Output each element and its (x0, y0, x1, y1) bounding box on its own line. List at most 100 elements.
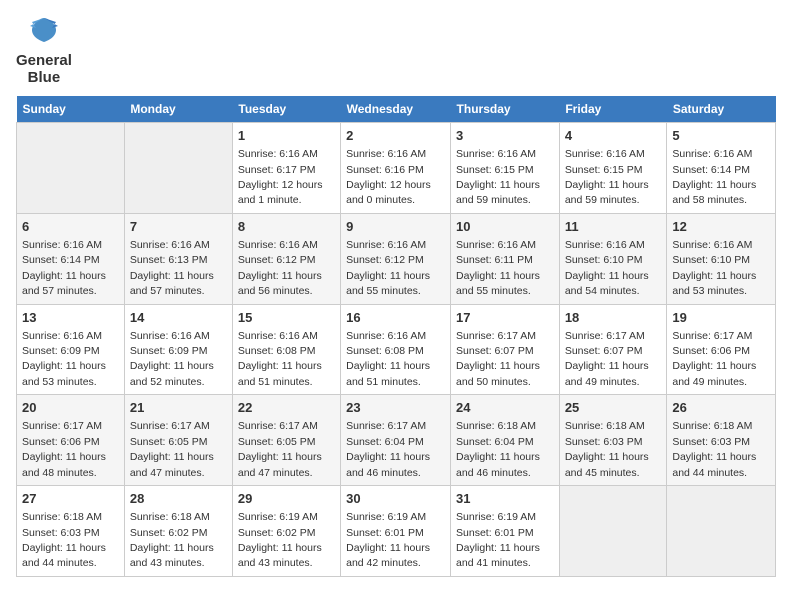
day-info: Sunrise: 6:16 AM Sunset: 6:08 PM Dayligh… (238, 330, 322, 388)
calendar-cell: 5Sunrise: 6:16 AM Sunset: 6:14 PM Daylig… (667, 123, 776, 214)
day-info: Sunrise: 6:19 AM Sunset: 6:02 PM Dayligh… (238, 511, 322, 569)
day-number: 24 (456, 399, 554, 417)
day-info: Sunrise: 6:16 AM Sunset: 6:12 PM Dayligh… (238, 239, 322, 297)
day-info: Sunrise: 6:16 AM Sunset: 6:09 PM Dayligh… (130, 330, 214, 388)
day-number: 21 (130, 399, 227, 417)
day-number: 14 (130, 309, 227, 327)
day-number: 16 (346, 309, 445, 327)
day-info: Sunrise: 6:18 AM Sunset: 6:02 PM Dayligh… (130, 511, 214, 569)
calendar-cell: 23Sunrise: 6:17 AM Sunset: 6:04 PM Dayli… (341, 395, 451, 486)
page-header: GeneralBlue (16, 16, 776, 86)
calendar-cell: 28Sunrise: 6:18 AM Sunset: 6:02 PM Dayli… (124, 486, 232, 577)
calendar-cell: 3 Sunrise: 6:16 AM Sunset: 6:15 PM Daylig… (451, 123, 560, 214)
day-number: 29 (238, 490, 335, 508)
calendar-cell: 21 Sunrise: 6:17 AM Sunset: 6:05 PM Dayli… (124, 395, 232, 486)
day-info: Sunrise: 6:16 AM Sunset: 6:12 PM Dayligh… (346, 239, 430, 297)
day-number: 1 (238, 127, 335, 145)
calendar-cell: 16 Sunrise: 6:16 AM Sunset: 6:08 PM Dayli… (341, 304, 451, 395)
day-number: 23 (346, 399, 445, 417)
day-info: Sunrise: 6:16 AM Sunset: 6:09 PM Dayligh… (22, 330, 106, 388)
day-info: Sunrise: 6:19 AM Sunset: 6:01 PM Dayligh… (456, 511, 540, 569)
calendar-cell: 18 Sunrise: 6:17 AM Sunset: 6:07 PM Dayli… (559, 304, 667, 395)
calendar-header-row: SundayMondayTuesdayWednesdayThursdayFrid… (17, 96, 776, 123)
day-info: Sunrise: 6:16 AM Sunset: 6:10 PM Dayligh… (565, 239, 649, 297)
week-row-3: 13 Sunrise: 6:16 AM Sunset: 6:09 PM Dayli… (17, 304, 776, 395)
day-number: 13 (22, 309, 119, 327)
day-number: 2 (346, 127, 445, 145)
col-header-saturday: Saturday (667, 96, 776, 123)
calendar-cell: 29 Sunrise: 6:19 AM Sunset: 6:02 PM Dayli… (232, 486, 340, 577)
day-number: 17 (456, 309, 554, 327)
calendar-cell (559, 486, 667, 577)
calendar-cell (124, 123, 232, 214)
logo: GeneralBlue (16, 16, 72, 86)
calendar-cell: 25 Sunrise: 6:18 AM Sunset: 6:03 PM Dayli… (559, 395, 667, 486)
day-number: 31 (456, 490, 554, 508)
day-info: Sunrise: 6:18 AM Sunset: 6:03 PM Dayligh… (672, 420, 756, 478)
day-number: 15 (238, 309, 335, 327)
calendar-cell: 10 Sunrise: 6:16 AM Sunset: 6:11 PM Dayli… (451, 213, 560, 304)
calendar-cell: 24 Sunrise: 6:18 AM Sunset: 6:04 PM Dayli… (451, 395, 560, 486)
day-info: Sunrise: 6:17 AM Sunset: 6:06 PM Dayligh… (22, 420, 106, 478)
day-info: Sunrise: 6:16 AM Sunset: 6:15 PM Dayligh… (565, 148, 649, 206)
day-info: Sunrise: 6:18 AM Sunset: 6:03 PM Dayligh… (565, 420, 649, 478)
calendar-cell: 31 Sunrise: 6:19 AM Sunset: 6:01 PM Dayli… (451, 486, 560, 577)
day-info: Sunrise: 6:17 AM Sunset: 6:05 PM Dayligh… (130, 420, 214, 478)
day-info: Sunrise: 6:16 AM Sunset: 6:15 PM Dayligh… (456, 148, 540, 206)
day-number: 18 (565, 309, 662, 327)
day-info: Sunrise: 6:17 AM Sunset: 6:06 PM Dayligh… (672, 330, 756, 388)
day-info: Sunrise: 6:17 AM Sunset: 6:07 PM Dayligh… (565, 330, 649, 388)
calendar-cell: 2 Sunrise: 6:16 AM Sunset: 6:16 PM Daylig… (341, 123, 451, 214)
calendar-cell: 8 Sunrise: 6:16 AM Sunset: 6:12 PM Daylig… (232, 213, 340, 304)
calendar-cell: 20 Sunrise: 6:17 AM Sunset: 6:06 PM Dayli… (17, 395, 125, 486)
day-number: 19 (672, 309, 770, 327)
day-number: 11 (565, 218, 662, 236)
day-number: 8 (238, 218, 335, 236)
day-number: 25 (565, 399, 662, 417)
week-row-5: 27 Sunrise: 6:18 AM Sunset: 6:03 PM Dayli… (17, 486, 776, 577)
calendar-cell: 26 Sunrise: 6:18 AM Sunset: 6:03 PM Dayli… (667, 395, 776, 486)
calendar-cell: 30 Sunrise: 6:19 AM Sunset: 6:01 PM Dayli… (341, 486, 451, 577)
day-info: Sunrise: 6:19 AM Sunset: 6:01 PM Dayligh… (346, 511, 430, 569)
day-number: 7 (130, 218, 227, 236)
day-info: Sunrise: 6:18 AM Sunset: 6:04 PM Dayligh… (456, 420, 540, 478)
col-header-monday: Monday (124, 96, 232, 123)
calendar-cell (17, 123, 125, 214)
day-number: 12 (672, 218, 770, 236)
calendar-cell: 13 Sunrise: 6:16 AM Sunset: 6:09 PM Dayli… (17, 304, 125, 395)
day-number: 27 (22, 490, 119, 508)
logo-bird-icon (26, 16, 62, 48)
day-info: Sunrise: 6:16 AM Sunset: 6:11 PM Dayligh… (456, 239, 540, 297)
calendar-cell: 7 Sunrise: 6:16 AM Sunset: 6:13 PM Daylig… (124, 213, 232, 304)
day-info: Sunrise: 6:16 AM Sunset: 6:13 PM Dayligh… (130, 239, 214, 297)
col-header-friday: Friday (559, 96, 667, 123)
day-info: Sunrise: 6:16 AM Sunset: 6:16 PM Dayligh… (346, 148, 431, 206)
calendar-cell: 14 Sunrise: 6:16 AM Sunset: 6:09 PM Dayli… (124, 304, 232, 395)
week-row-4: 20 Sunrise: 6:17 AM Sunset: 6:06 PM Dayli… (17, 395, 776, 486)
day-number: 3 (456, 127, 554, 145)
day-number: 22 (238, 399, 335, 417)
calendar-cell: 17 Sunrise: 6:17 AM Sunset: 6:07 PM Dayli… (451, 304, 560, 395)
calendar-cell: 22 Sunrise: 6:17 AM Sunset: 6:05 PM Dayli… (232, 395, 340, 486)
day-info: Sunrise: 6:17 AM Sunset: 6:05 PM Dayligh… (238, 420, 322, 478)
calendar-cell: 9Sunrise: 6:16 AM Sunset: 6:12 PM Daylig… (341, 213, 451, 304)
calendar-cell: 27 Sunrise: 6:18 AM Sunset: 6:03 PM Dayli… (17, 486, 125, 577)
day-number: 30 (346, 490, 445, 508)
day-info: Sunrise: 6:18 AM Sunset: 6:03 PM Dayligh… (22, 511, 106, 569)
day-info: Sunrise: 6:16 AM Sunset: 6:14 PM Dayligh… (22, 239, 106, 297)
calendar-cell: 12Sunrise: 6:16 AM Sunset: 6:10 PM Dayli… (667, 213, 776, 304)
day-number: 20 (22, 399, 119, 417)
day-info: Sunrise: 6:17 AM Sunset: 6:07 PM Dayligh… (456, 330, 540, 388)
day-number: 10 (456, 218, 554, 236)
day-info: Sunrise: 6:16 AM Sunset: 6:08 PM Dayligh… (346, 330, 430, 388)
day-number: 26 (672, 399, 770, 417)
calendar-cell (667, 486, 776, 577)
col-header-sunday: Sunday (17, 96, 125, 123)
calendar-cell: 4Sunrise: 6:16 AM Sunset: 6:15 PM Daylig… (559, 123, 667, 214)
week-row-1: 1Sunrise: 6:16 AM Sunset: 6:17 PM Daylig… (17, 123, 776, 214)
calendar-cell: 11 Sunrise: 6:16 AM Sunset: 6:10 PM Dayli… (559, 213, 667, 304)
calendar-cell: 6Sunrise: 6:16 AM Sunset: 6:14 PM Daylig… (17, 213, 125, 304)
calendar-cell: 15 Sunrise: 6:16 AM Sunset: 6:08 PM Dayli… (232, 304, 340, 395)
col-header-tuesday: Tuesday (232, 96, 340, 123)
col-header-wednesday: Wednesday (341, 96, 451, 123)
